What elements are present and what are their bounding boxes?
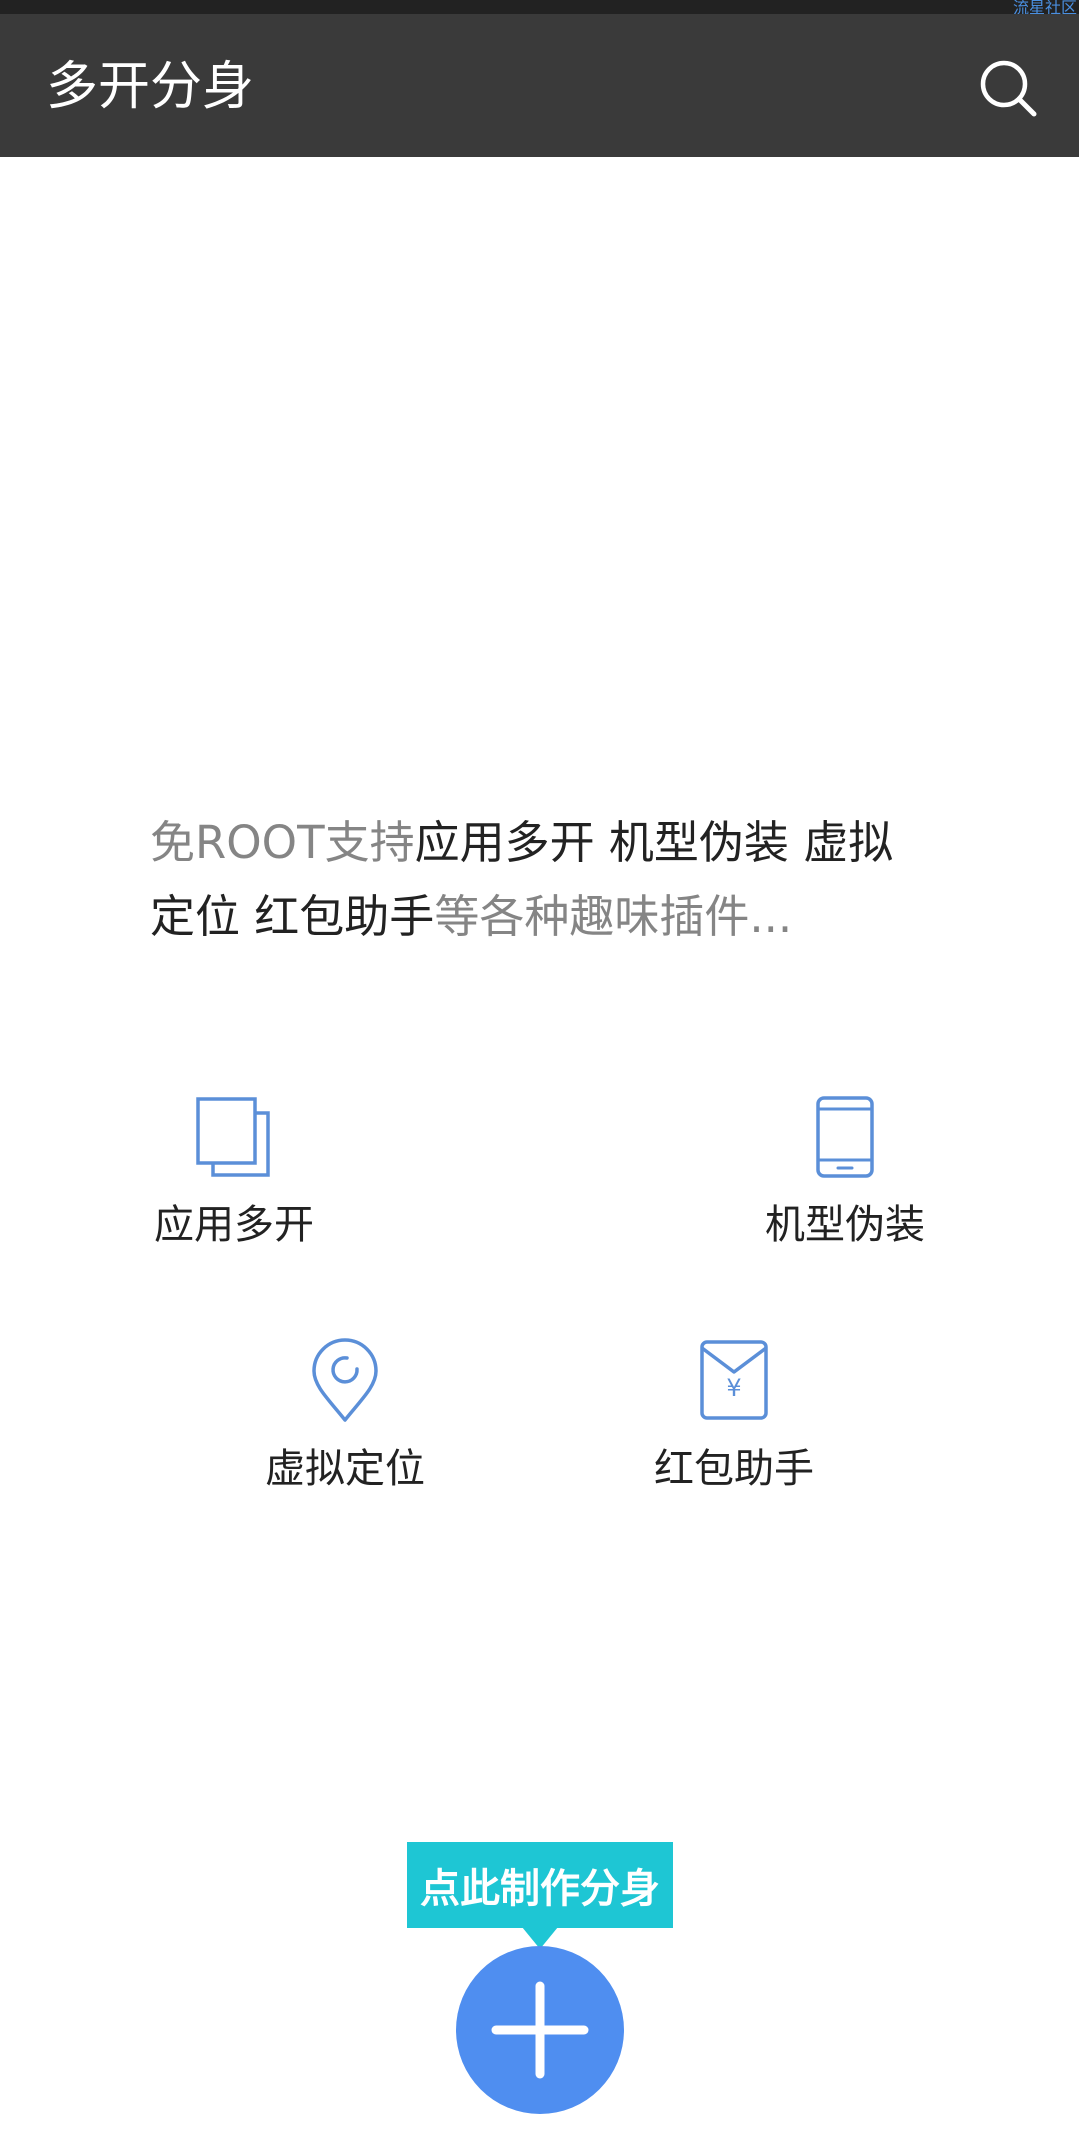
app-title: 多开分身	[46, 57, 255, 117]
create-clone-tooltip-text: 点此制作分身	[420, 1866, 660, 1912]
feature-multi-open[interactable]: 应用多开	[134, 1094, 334, 1250]
intro-text-part1: 免ROOT支持	[150, 816, 415, 869]
add-clone-button[interactable]	[456, 1946, 624, 2114]
location-pin-icon	[312, 1338, 378, 1422]
feature-device-spoof[interactable]: 机型伪装	[745, 1094, 945, 1250]
search-icon	[980, 60, 1037, 117]
app-bar: 多开分身	[0, 14, 1079, 157]
feature-red-packet-label: 红包助手	[654, 1446, 814, 1492]
feature-red-packet[interactable]: ¥ 红包助手	[634, 1338, 834, 1494]
feature-virtual-location-label: 虚拟定位	[265, 1446, 425, 1492]
create-clone-tooltip: 点此制作分身	[407, 1842, 673, 1928]
search-button[interactable]	[978, 58, 1040, 120]
yen-symbol: ¥	[726, 1374, 741, 1402]
feature-device-spoof-label: 机型伪装	[765, 1202, 925, 1248]
feature-virtual-location[interactable]: 虚拟定位	[245, 1338, 445, 1494]
intro-text-part3: 等各种趣味插件...	[434, 890, 793, 943]
plus-icon	[491, 1981, 589, 2079]
feature-multi-open-label: 应用多开	[154, 1202, 314, 1248]
phone-icon	[816, 1096, 874, 1178]
status-bar: 流星社区	[0, 0, 1079, 16]
intro-text: 免ROOT支持应用多开 机型伪装 虚拟定位 红包助手等各种趣味插件...	[150, 806, 930, 954]
copy-icon	[196, 1097, 270, 1177]
red-packet-icon: ¥	[700, 1340, 768, 1420]
